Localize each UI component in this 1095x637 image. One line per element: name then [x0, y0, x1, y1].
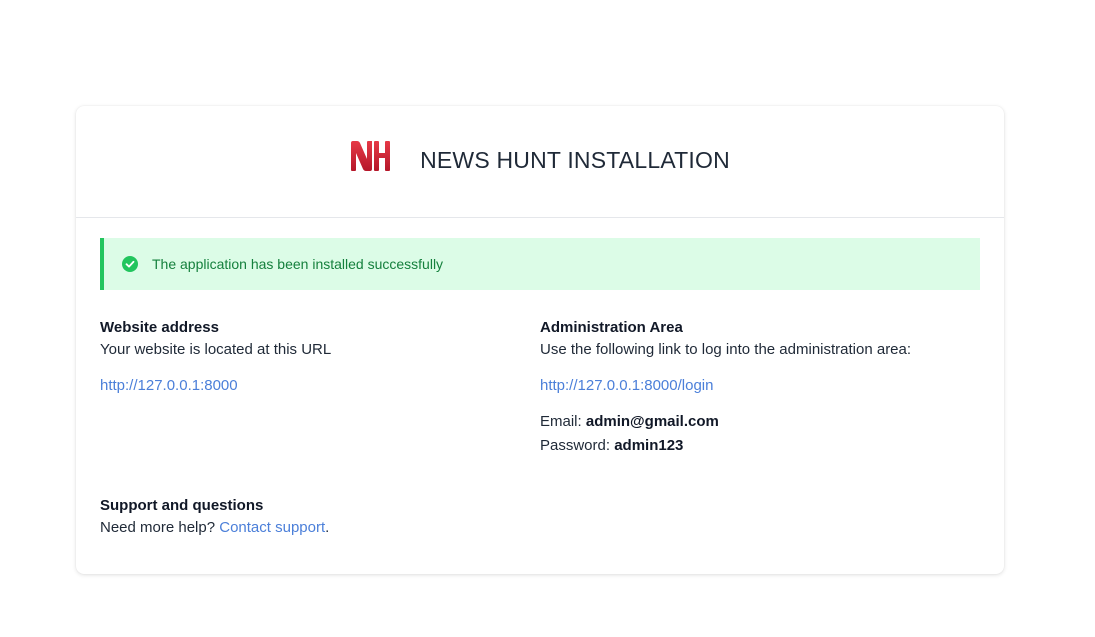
check-circle-icon	[122, 256, 138, 272]
card-header: NEWS HUNT INSTALLATION	[76, 106, 1004, 218]
page-title: NEWS HUNT INSTALLATION	[420, 147, 730, 173]
password-label: Password:	[540, 437, 611, 454]
admin-credentials: Email: admin@gmail.com Password: admin12…	[540, 410, 980, 458]
alert-message: The application has been installed succe…	[152, 256, 444, 272]
website-description: Your website is located at this URL	[100, 341, 332, 358]
info-columns: Website address Your website is located …	[100, 318, 980, 458]
password-row: Password: admin123	[540, 434, 980, 458]
card-body: The application has been installed succe…	[76, 218, 1004, 540]
support-text: Need more help? Contact support.	[100, 516, 980, 540]
email-label: Email:	[540, 413, 582, 430]
contact-support-link[interactable]: Contact support	[219, 519, 325, 536]
website-section: Website address Your website is located …	[100, 318, 540, 458]
support-section: Support and questions Need more help? Co…	[100, 496, 980, 540]
admin-title: Administration Area	[540, 319, 683, 336]
news-hunt-logo	[351, 140, 391, 171]
admin-login-link[interactable]: http://127.0.0.1:8000/login	[540, 377, 713, 394]
website-url-link[interactable]: http://127.0.0.1:8000	[100, 377, 238, 394]
email-row: Email: admin@gmail.com	[540, 410, 980, 434]
installation-card: NEWS HUNT INSTALLATION The application h…	[76, 106, 1004, 574]
support-title: Support and questions	[100, 497, 264, 514]
support-text-after: .	[325, 519, 330, 536]
website-title: Website address	[100, 319, 219, 336]
email-value: admin@gmail.com	[585, 413, 719, 430]
password-value: admin123	[614, 437, 684, 454]
admin-section: Administration Area Use the following li…	[540, 318, 980, 458]
success-alert: The application has been installed succe…	[100, 238, 980, 290]
support-text-before: Need more help?	[100, 519, 216, 536]
admin-description: Use the following link to log into the a…	[540, 341, 912, 358]
